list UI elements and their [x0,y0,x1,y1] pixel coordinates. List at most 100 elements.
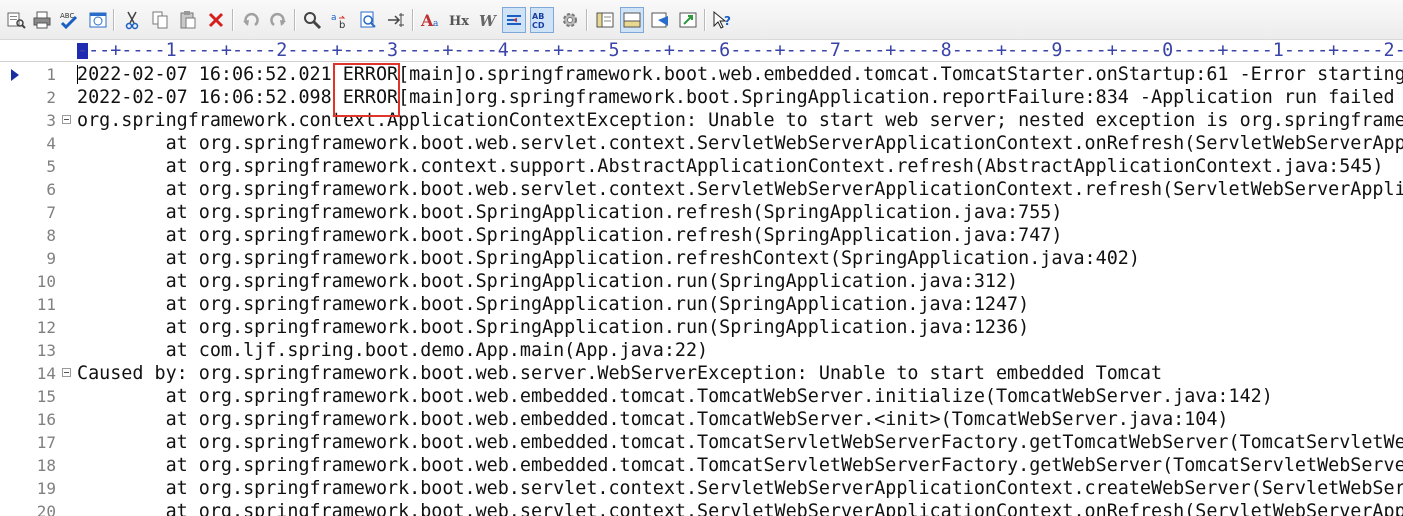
line-text[interactable]: at org.springframework.boot.SpringApplic… [77,316,1403,339]
hex-edit-icon[interactable]: Hx [447,7,471,33]
line-text[interactable]: org.springframework.context.ApplicationC… [77,109,1403,132]
word-wrap-icon[interactable]: W [476,7,500,33]
file-list-icon[interactable] [593,7,617,33]
editor-line: 15 at org.springframework.boot.web.embed… [0,385,1403,408]
line-number: 8 [46,226,56,245]
editor-line: 3 org.springframework.context.Applicatio… [0,109,1403,132]
svg-text:A: A [420,11,434,30]
svg-text:?: ? [724,14,731,28]
editor-line: 20 at org.springframework.boot.web.servl… [0,500,1403,516]
find-in-files-icon[interactable] [356,7,380,33]
line-number: 20 [36,502,56,516]
replace-icon[interactable]: ab [328,7,352,33]
settings-icon[interactable] [558,7,582,33]
line-number: 9 [46,249,56,268]
spell-check-icon[interactable]: ABC [57,7,81,33]
toolbar-separator [294,9,296,31]
editor-line: 4 at org.springframework.boot.web.servle… [0,132,1403,155]
svg-text:a: a [331,13,337,23]
tag-list-icon[interactable] [648,7,672,33]
editor-line: 18 at org.springframework.boot.web.embed… [0,454,1403,477]
line-number: 2 [46,88,56,107]
toolbar-separator [704,9,706,31]
column-mode-icon[interactable]: AB CD [530,7,554,33]
line-text[interactable]: at org.springframework.boot.SpringApplic… [77,224,1403,247]
editor-line: 10 at org.springframework.boot.SpringApp… [0,270,1403,293]
toolbar: ABC ab A a Hx W AB CD ? [0,0,1403,40]
svg-text:W: W [479,12,498,30]
line-text[interactable]: at org.springframework.boot.SpringApplic… [77,293,1403,316]
editor-line: 9 at org.springframework.boot.SpringAppl… [0,247,1403,270]
editor-line: 11 at org.springframework.boot.SpringApp… [0,293,1403,316]
line-number: 15 [36,387,56,406]
delete-icon[interactable] [204,7,228,33]
redo-icon[interactable] [266,7,290,33]
line-number: 16 [36,410,56,429]
line-number: 12 [36,318,56,337]
line-number: 5 [46,157,56,176]
fold-toggle-icon[interactable] [62,368,71,377]
line-number: 3 [46,111,56,130]
font-icon[interactable]: Aa [419,7,443,33]
line-text[interactable]: at org.springframework.boot.web.servlet.… [77,178,1403,201]
editor-line: 2 2022-02-07 16:06:52.098 ERROR[main]org… [0,86,1403,109]
editor-line: 1 2022-02-07 16:06:52.021 ERROR[main]o.s… [0,63,1403,86]
copy-icon[interactable] [148,7,172,33]
line-number: 14 [36,364,56,383]
goto-line-icon[interactable] [384,7,408,33]
line-text[interactable]: at org.springframework.boot.SpringApplic… [77,247,1403,270]
line-number: 7 [46,203,56,222]
print-icon[interactable] [30,7,54,33]
line-text[interactable]: at org.springframework.boot.SpringApplic… [77,201,1403,224]
output-window-icon[interactable] [620,7,644,33]
fold-toggle-icon[interactable] [62,115,71,124]
editor-line: 17 at org.springframework.boot.web.embed… [0,431,1403,454]
find-icon[interactable] [300,7,324,33]
line-text[interactable]: at org.springframework.boot.web.embedded… [77,385,1403,408]
paste-icon[interactable] [176,7,200,33]
editor-line: 12 at org.springframework.boot.SpringApp… [0,316,1403,339]
web-browser-icon[interactable] [86,7,110,33]
line-text[interactable]: at com.ljf.spring.boot.demo.App.main(App… [77,339,1403,362]
line-text[interactable]: at org.springframework.boot.web.embedded… [77,454,1403,477]
line-text[interactable]: at org.springframework.boot.web.servlet.… [77,500,1403,516]
line-text[interactable]: 2022-02-07 16:06:52.098 ERROR[main]org.s… [77,86,1403,109]
line-text[interactable]: at org.springframework.boot.web.servlet.… [77,132,1403,155]
editor-line: 16 at org.springframework.boot.web.embed… [0,408,1403,431]
svg-text:CD: CD [532,21,545,30]
current-line-marker [11,69,19,81]
editor-line: 14 Caused by: org.springframework.boot.w… [0,362,1403,385]
svg-text:b: b [339,20,345,30]
context-help-icon[interactable]: ? [710,7,734,33]
toolbar-separator [412,9,414,31]
line-number: 10 [36,272,56,291]
line-number: 17 [36,433,56,452]
svg-text:a: a [433,19,439,29]
line-number: 18 [36,456,56,475]
editor-line: 5 at org.springframework.context.support… [0,155,1403,178]
editor-text-area[interactable]: 1 2022-02-07 16:06:52.021 ERROR[main]o.s… [0,63,1403,516]
toolbar-separator [586,9,588,31]
line-number: 11 [36,295,56,314]
text-caret [77,65,78,84]
editor-line: 8 at org.springframework.boot.SpringAppl… [0,224,1403,247]
toolbar-separator [232,9,234,31]
line-text[interactable]: at org.springframework.boot.web.embedded… [77,431,1403,454]
line-text[interactable]: Caused by: org.springframework.boot.web.… [77,362,1403,385]
editor-line: 6 at org.springframework.boot.web.servle… [0,178,1403,201]
line-text[interactable]: at org.springframework.context.support.A… [77,155,1403,178]
line-text[interactable]: at org.springframework.boot.web.servlet.… [77,477,1403,500]
fullscreen-icon[interactable] [676,7,700,33]
print-preview-icon[interactable] [4,7,28,33]
text-editor-window: ABC ab A a Hx W AB CD ? ---+----1----+--… [0,0,1403,516]
line-number: 6 [46,180,56,199]
line-text[interactable]: at org.springframework.boot.web.embedded… [77,408,1403,431]
cut-icon[interactable] [120,7,144,33]
show-spaces-icon[interactable] [502,7,526,33]
line-text[interactable]: 2022-02-07 16:06:52.021 ERROR[main]o.spr… [77,63,1403,86]
line-number: 1 [46,65,56,84]
line-number: 13 [36,341,56,360]
line-text[interactable]: at org.springframework.boot.SpringApplic… [77,270,1403,293]
undo-icon[interactable] [239,7,263,33]
editor-line: 7 at org.springframework.boot.SpringAppl… [0,201,1403,224]
